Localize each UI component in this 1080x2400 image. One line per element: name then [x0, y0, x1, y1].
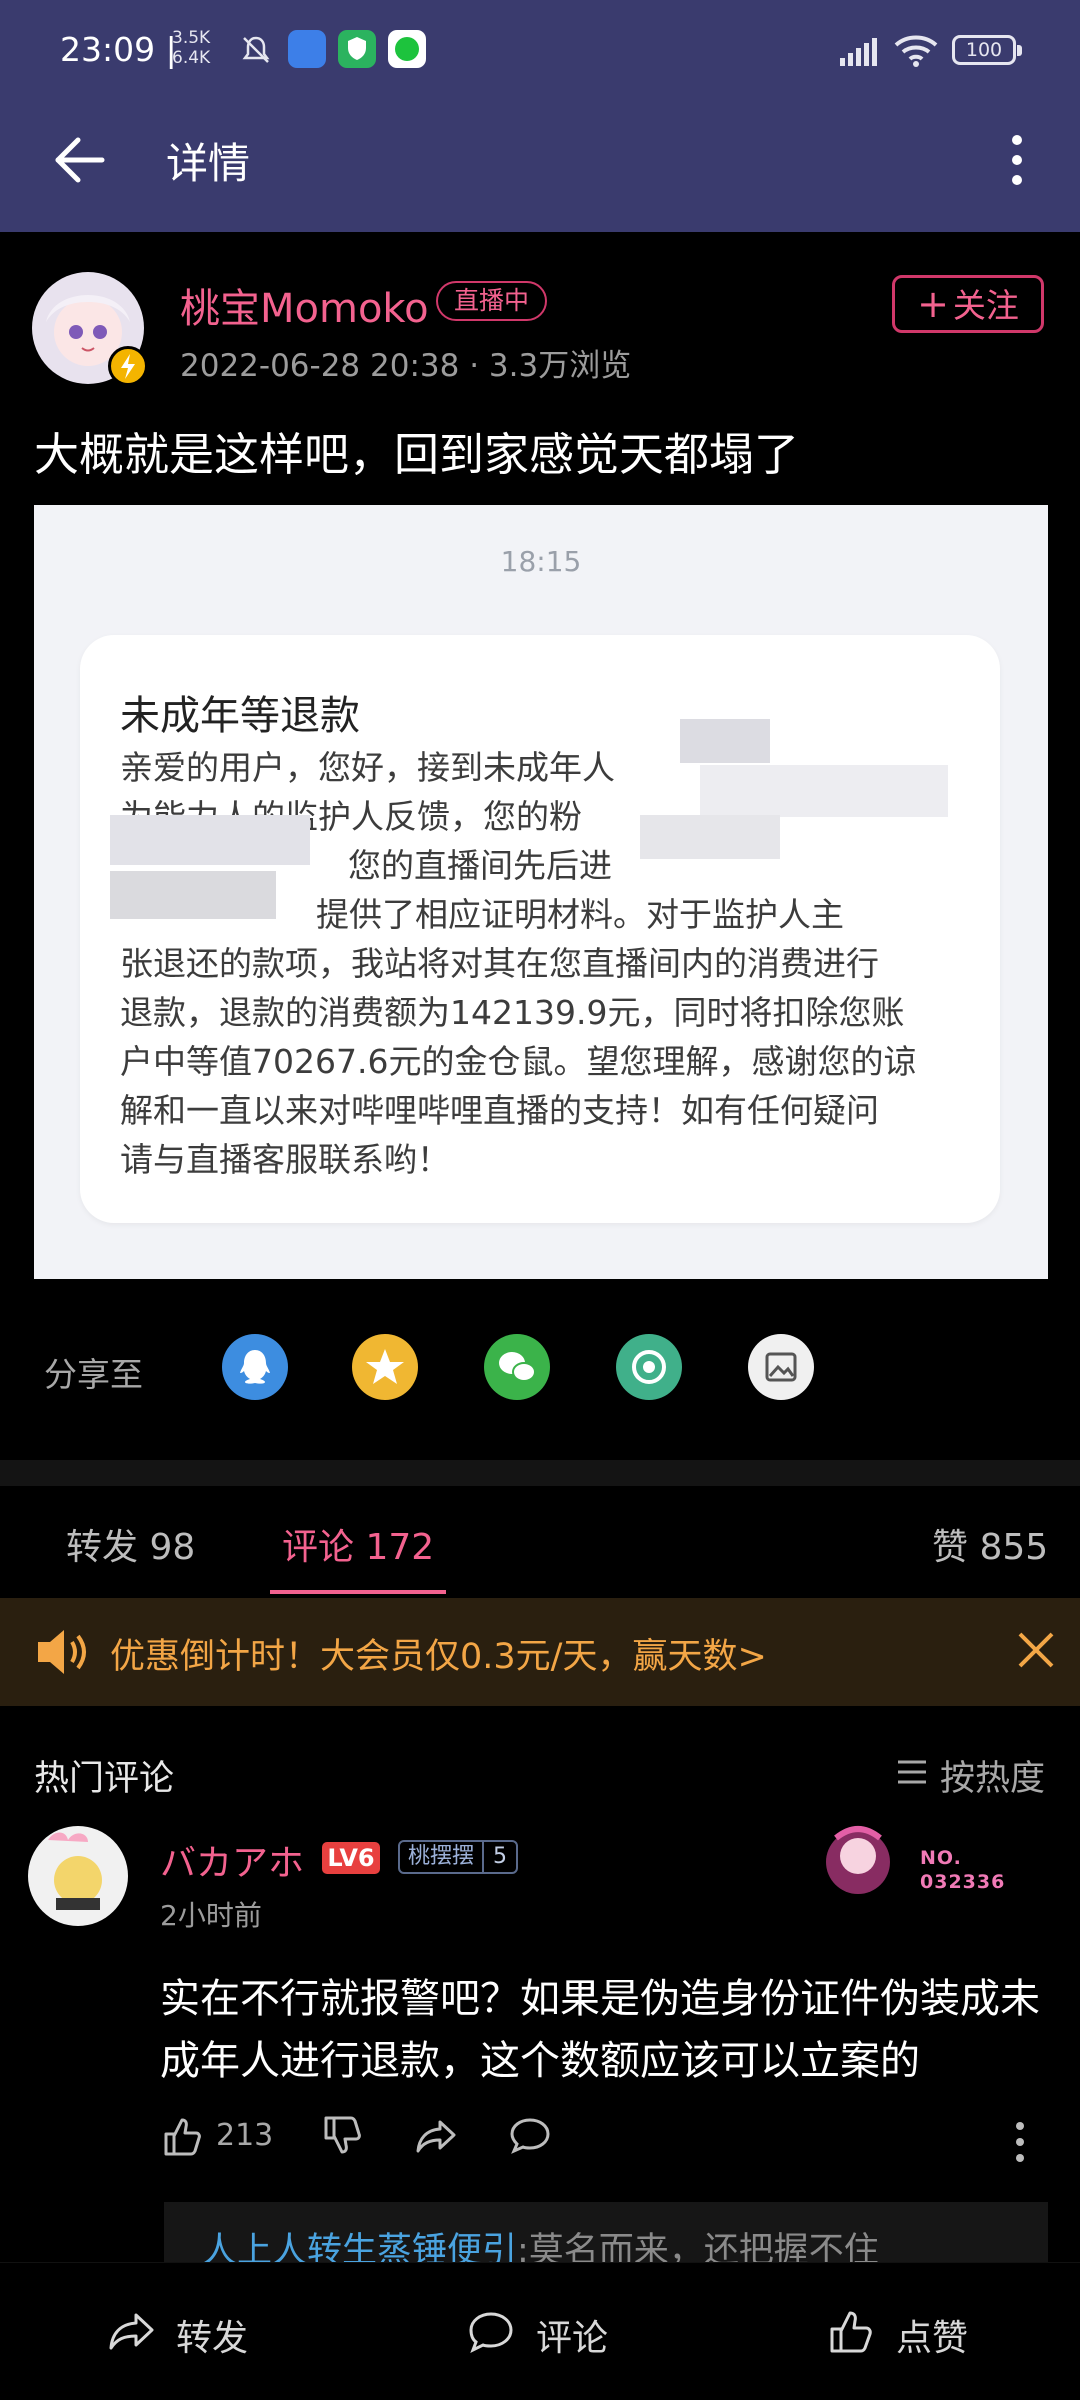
page-title: 详情: [166, 139, 251, 188]
more-options-icon[interactable]: [1000, 130, 1034, 190]
mosaic-redaction: [110, 871, 276, 919]
repost-button[interactable]: 转发: [176, 2309, 248, 2361]
comment-like-count: 213: [216, 2118, 274, 2153]
wifi-icon: [894, 35, 938, 67]
message-line: 请与直播客服联系哟！: [120, 1140, 450, 1179]
page-header: 详情: [0, 100, 1080, 232]
comment-time: 2小时前: [160, 1899, 262, 1932]
message-bubble: 未成年等退款 亲爱的用户，您好，接到未成年人 为能力人的监护人反馈，您的粉 您的…: [80, 635, 1000, 1223]
medal-name: 桃摆摆: [408, 1844, 475, 1869]
verified-lightning-icon: [108, 346, 148, 386]
medal-level: 5: [482, 1842, 516, 1872]
qq-icon[interactable]: [222, 1334, 288, 1400]
status-time: 23:09 |: [60, 30, 177, 69]
share-label: 分享至: [44, 1355, 143, 1394]
repost-icon[interactable]: [106, 2307, 156, 2357]
mosaic-redaction: [110, 815, 310, 865]
bottom-action-bar: 转发 评论 点赞: [0, 2262, 1080, 2400]
thumbs-down-icon[interactable]: [320, 2114, 364, 2158]
tab-repost[interactable]: 转发 98: [66, 1518, 195, 1570]
wechat-icon[interactable]: [484, 1334, 550, 1400]
comment-text: 实在不行就报警吧？如果是伪造身份证件伪装成未成年人进行退款，这个数额应该可以立案…: [160, 1976, 1040, 2084]
post-text: 大概就是这样吧，回到家感觉天都塌了: [34, 428, 800, 481]
mosaic-redaction: [680, 719, 770, 763]
thumbs-up-icon[interactable]: [160, 2114, 204, 2158]
app-notification-icon: [288, 30, 326, 68]
like-icon[interactable]: [826, 2307, 876, 2357]
follow-label: 关注: [952, 286, 1019, 325]
mosaic-redaction: [640, 815, 780, 859]
fan-card-no-value: 032336: [920, 1871, 1006, 1893]
tab-comments[interactable]: 评论 172: [282, 1518, 434, 1570]
mosaic-redaction: [700, 765, 948, 817]
promo-text: 优惠倒计时！大会员仅0.3元/天，赢天数>: [110, 1637, 767, 1677]
save-image-icon[interactable]: [748, 1334, 814, 1400]
active-tab-indicator: [270, 1590, 446, 1594]
reply-bubble-icon[interactable]: [508, 2114, 552, 2158]
fan-card-number: NO. 032336: [920, 1846, 1005, 1894]
plus-icon: +: [917, 282, 949, 326]
message-line: 解和一直以来对哔哩哔哩直播的支持！如有任何疑问: [120, 1091, 879, 1130]
message-line: 户中等值70267.6元的金仓鼠。望您理解，感谢您的谅: [120, 1042, 917, 1081]
reply-content: :莫名而来，还把握不住: [517, 2231, 879, 2262]
net-down-speed: 6.4K: [172, 48, 211, 68]
message-time: 18:15: [500, 545, 582, 578]
status-bar: 23:09 | 3.5K 6.4K 100: [0, 0, 1080, 100]
net-up-speed: 3.5K: [172, 28, 211, 48]
fan-medal[interactable]: 桃摆摆 5: [398, 1840, 519, 1874]
sort-by-hot-button[interactable]: 按热度: [940, 1750, 1045, 1801]
follow-button[interactable]: + 关注: [892, 275, 1044, 333]
mute-bell-icon: [242, 36, 270, 63]
share-arrow-icon[interactable]: [414, 2114, 458, 2158]
user-level-badge: LV6: [322, 1842, 380, 1874]
shield-app-icon: [338, 30, 376, 68]
sort-list-icon[interactable]: [896, 1756, 928, 1788]
message-title: 未成年等退款: [120, 693, 360, 739]
commenter-avatar[interactable]: [22, 1820, 134, 1932]
network-speed: 3.5K 6.4K: [172, 28, 210, 68]
speaker-icon: [38, 1630, 86, 1674]
post-image[interactable]: 18:15 未成年等退款 亲爱的用户，您好，接到未成年人 为能力人的监护人反馈，…: [34, 505, 1048, 1279]
qzone-icon[interactable]: [352, 1334, 418, 1400]
live-badge[interactable]: 直播中: [436, 281, 548, 321]
promo-banner[interactable]: 优惠倒计时！大会员仅0.3元/天，赢天数>: [0, 1598, 1080, 1706]
message-line: 退款，退款的消费额为142139.9元，同时将扣除您账: [120, 993, 905, 1032]
back-arrow-icon[interactable]: [52, 132, 108, 188]
commenter-name[interactable]: バカアホ: [160, 1834, 304, 1886]
battery-indicator: 100: [952, 35, 1022, 65]
reply-preview[interactable]: 人上人转生蒸锤便引:莫名而来，还把握不住: [164, 2202, 1048, 2262]
cellular-signal-icon: [840, 38, 877, 66]
comment-button[interactable]: 评论: [536, 2309, 608, 2361]
section-separator: [0, 1460, 1080, 1486]
reply-user[interactable]: 人上人转生蒸锤便引: [202, 2231, 517, 2262]
comment-more-icon[interactable]: [1010, 2120, 1030, 2164]
close-icon[interactable]: [1014, 1628, 1058, 1672]
hot-comments-title: 热门评论: [34, 1759, 175, 1799]
reply-preview-text: 人上人转生蒸锤便引:莫名而来，还把握不住: [202, 2222, 879, 2262]
author-name[interactable]: 桃宝Momoko: [180, 276, 429, 334]
like-button[interactable]: 点赞: [896, 2309, 968, 2361]
message-line: 张退还的款项，我站将对其在您直播间内的消费进行: [120, 944, 879, 983]
comment-icon[interactable]: [466, 2307, 516, 2357]
tab-likes[interactable]: 赞 855: [932, 1518, 1048, 1570]
post-meta: 2022-06-28 20:38 · 3.3万浏览: [180, 348, 632, 384]
green-app-icon: [388, 30, 426, 68]
fan-card-no-label: NO.: [920, 1847, 962, 1869]
top-bar: 23:09 | 3.5K 6.4K 100 详情: [0, 0, 1080, 232]
moments-icon[interactable]: [616, 1334, 682, 1400]
